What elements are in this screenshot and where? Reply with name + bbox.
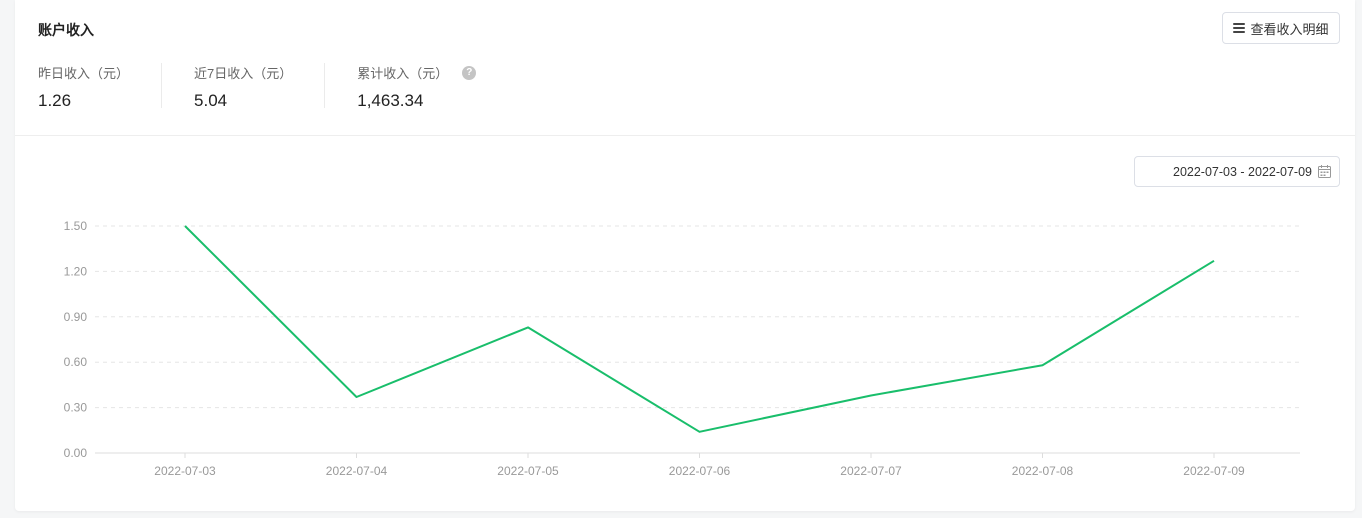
y-tick-label: 0.60: [64, 355, 88, 369]
date-range-value: 2022-07-03 - 2022-07-09: [1173, 164, 1312, 179]
section-divider: [15, 135, 1355, 136]
x-tick-label: 2022-07-08: [1012, 464, 1074, 478]
x-tick-label: 2022-07-05: [497, 464, 559, 478]
x-tick-label: 2022-07-04: [326, 464, 388, 478]
help-icon[interactable]: ?: [462, 65, 477, 80]
y-tick-label: 1.50: [64, 219, 88, 233]
stat-label: 近7日收入（元）: [194, 66, 293, 81]
stat-label-row: 累计收入（元） ?: [357, 63, 477, 82]
income-line-chart: 0.00 0.30 0.60 0.90 1.20 1.50 2022-07-03 2022-0…: [64, 219, 1300, 478]
x-tick-label: 2022-07-07: [840, 464, 902, 478]
view-income-detail-label: 查看收入明细: [1250, 21, 1329, 37]
view-income-detail-button[interactable]: 查看收入明细: [1222, 12, 1340, 44]
x-tick-label: 2022-07-03: [154, 464, 216, 478]
y-tick-label: 0.00: [64, 446, 88, 460]
stat-value: 5.04: [194, 91, 228, 110]
stat-label: 累计收入（元）: [357, 66, 449, 81]
stat-value: 1,463.34: [357, 91, 424, 110]
y-tick-label: 0.30: [64, 401, 88, 415]
stat-cumulative: 累计收入（元） ? 1,463.34: [357, 63, 508, 110]
income-series-line: [184, 225, 1215, 433]
stat-value: 1.26: [38, 91, 72, 110]
stat-yesterday: 昨日收入（元） 1.26: [38, 63, 163, 110]
list-menu-icon: [1233, 23, 1246, 33]
x-tick-label: 2022-07-09: [1183, 464, 1245, 478]
calendar-icon: [1318, 165, 1331, 178]
date-range-picker[interactable]: 2022-07-03 - 2022-07-09: [1134, 156, 1340, 187]
account-income-card: 账户收入 查看收入明细 昨日收入（元） 1.26 近7日收入（元） 5.04 累…: [15, 0, 1355, 511]
stat-last-7-days: 近7日收入（元） 5.04: [194, 63, 326, 110]
y-tick-label: 0.90: [64, 310, 88, 324]
y-tick-label: 1.20: [64, 264, 88, 278]
x-tick-label: 2022-07-06: [669, 464, 731, 478]
stat-label: 昨日收入（元）: [38, 66, 130, 81]
income-stats: 昨日收入（元） 1.26 近7日收入（元） 5.04 累计收入（元） ? 1,4…: [38, 63, 540, 110]
card-title: 账户收入: [38, 22, 94, 38]
